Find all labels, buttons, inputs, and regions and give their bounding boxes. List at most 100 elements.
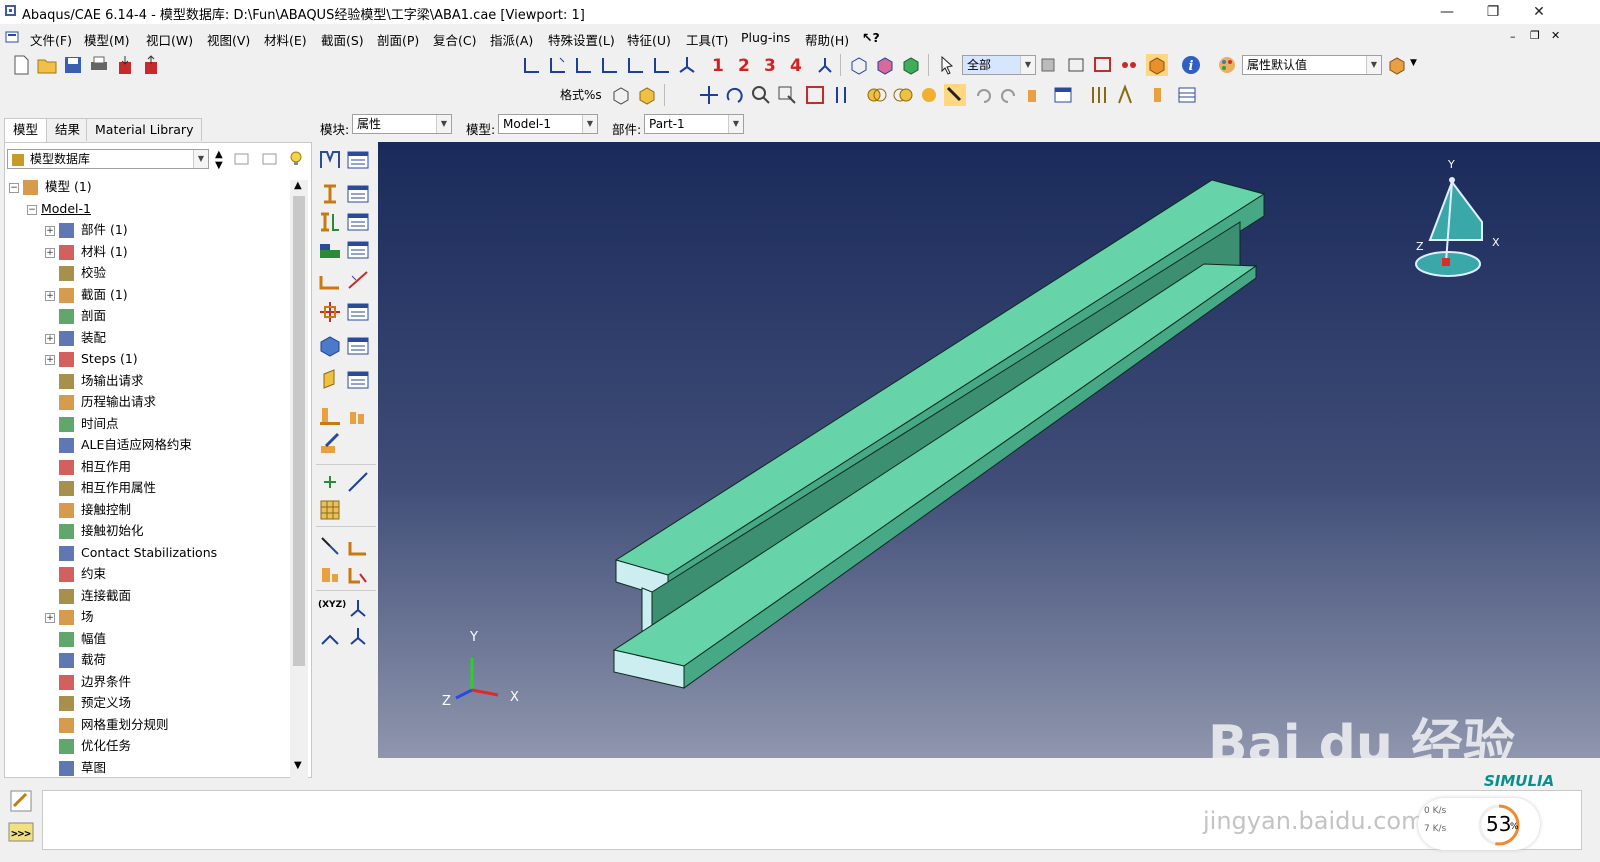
sort-icon[interactable]: ▲ ▼ [215,149,223,171]
layout-icon[interactable] [1114,84,1136,106]
expand-icon[interactable]: + [45,290,55,301]
material-manager-icon[interactable] [346,148,370,172]
add-point-icon[interactable] [318,470,342,494]
part-combo[interactable]: Part-1 ▼ [644,114,744,134]
minimize-button[interactable]: — [1424,0,1470,24]
undo-icon[interactable] [972,84,994,106]
viewport-annotation-icon[interactable] [1052,84,1074,106]
open-folder-icon[interactable] [36,54,58,76]
view-2-button[interactable]: 2 [738,56,750,76]
cycle-views-icon[interactable] [830,84,852,106]
show-all-icon[interactable] [918,84,940,106]
selection-box-icon[interactable] [1092,54,1114,76]
create-material-icon[interactable] [318,148,342,172]
model-combo[interactable]: Model-1 ▼ [498,114,598,134]
module-combo[interactable]: 属性 ▼ [352,114,452,134]
inertia-icon[interactable] [318,404,342,428]
print-icon[interactable] [88,54,110,76]
skin-manager-icon[interactable] [346,334,370,358]
menu-profile[interactable]: 剖面(P) [377,30,419,49]
beam-tangent-icon[interactable] [346,268,370,292]
display-group-icon[interactable] [1386,54,1408,76]
expand-icon[interactable]: + [45,613,55,623]
select-from-list-icon[interactable] [1038,54,1060,76]
selection-options-icon[interactable] [1118,54,1140,76]
partition-icon[interactable] [346,562,370,586]
datum-axis-icon[interactable] [346,470,370,494]
command-line-icon[interactable]: >>> [8,822,34,842]
menu-viewport[interactable]: 视口(W) [146,30,193,49]
lightbulb-icon[interactable] [287,149,305,167]
tab-results[interactable]: 结果 [46,118,90,141]
assignment-manager-icon[interactable] [346,210,370,234]
menu-composite[interactable]: 复合(C) [433,30,476,49]
select-transform-icon[interactable] [318,534,342,558]
database-combo[interactable]: 模型数据库 ▼ [7,149,209,169]
scroll-down-icon[interactable]: ▼ [294,760,302,771]
datum-plane-icon[interactable] [318,498,342,522]
section-manager-icon[interactable] [346,182,370,206]
cube-outline-icon[interactable] [610,84,632,106]
menu-special[interactable]: 特殊设置(L) [548,30,615,49]
part-display-icon[interactable] [1146,54,1168,76]
save-icon[interactable] [62,54,84,76]
menu-feature[interactable]: 特征(U) [627,30,671,49]
pan-icon[interactable] [698,84,720,106]
menu-view[interactable]: 视图(V) [207,30,250,49]
message-area[interactable]: jingyan.baidu.com [42,790,1582,850]
shaded-icon[interactable] [900,54,922,76]
stringer-icon[interactable] [318,368,342,392]
special-section-icon[interactable] [318,300,342,324]
sketch-icon[interactable] [1150,84,1172,106]
view-4-button[interactable]: 4 [790,56,802,76]
close-button[interactable]: ✕ [1516,0,1562,24]
color-code-combo[interactable]: 属性默认值 ▼ [1242,55,1382,75]
tree-scrollbar[interactable]: ▲ ▼ [290,180,308,778]
collapse-icon[interactable]: − [27,204,37,215]
view-1-button[interactable]: 1 [712,56,724,76]
collapse-tree-icon[interactable] [233,151,251,167]
network-speed-widget[interactable]: 0 K/s 7 K/s 53 % [1418,798,1540,850]
menu-help[interactable]: 帮助(H) [805,30,849,49]
stringer-manager-icon[interactable] [346,368,370,392]
query-tool-icon[interactable] [944,84,966,106]
view-3-button[interactable]: 3 [764,56,776,76]
chevron-down-icon[interactable]: ▼ [1410,58,1417,68]
view-z-y-icon[interactable] [624,54,646,76]
wireframe-icon[interactable] [848,54,870,76]
inertia-manager-icon[interactable] [346,404,370,428]
viewport-canvas[interactable]: Y X Z Y X Z Bai du 经验 [378,142,1600,775]
view-z-x-icon[interactable] [572,54,594,76]
menu-material[interactable]: 材料(E) [264,30,307,49]
remove-selected-icon[interactable] [866,84,888,106]
message-area-icon[interactable] [8,788,34,814]
assign-section-icon[interactable] [318,210,342,234]
export-icon[interactable] [140,54,162,76]
create-profile-icon[interactable] [318,238,342,262]
mdi-close-button[interactable]: ✕ [1551,29,1560,42]
view-y-x-icon[interactable] [520,54,542,76]
scroll-thumb[interactable] [293,196,305,666]
view-y-z-icon[interactable] [650,54,672,76]
menu-tools[interactable]: 工具(T) [686,30,728,49]
table-icon[interactable] [1176,84,1198,106]
edit-icon[interactable] [318,432,342,456]
app-menu-icon[interactable] [4,29,20,45]
view-manager-icon[interactable] [1088,84,1110,106]
coordinate-transform-icon[interactable] [318,624,342,648]
csys-triad-icon[interactable] [346,624,370,648]
restore-button[interactable]: ❐ [1470,0,1516,24]
select-cursor-icon[interactable] [936,54,958,76]
box-zoom-icon[interactable] [1066,54,1088,76]
box-zoom-tool-icon[interactable] [776,84,798,106]
auto-fit-icon[interactable] [804,84,826,106]
expand-icon[interactable]: + [45,226,55,236]
menu-section[interactable]: 截面(S) [321,30,364,49]
menu-file[interactable]: 文件(F) [30,30,72,49]
coordinate-query-icon[interactable]: (XYZ) [318,600,346,610]
zoom-icon[interactable] [750,84,772,106]
create-section-icon[interactable] [318,182,342,206]
cube-solid-icon[interactable] [636,84,658,106]
display-body-icon[interactable] [1024,84,1046,106]
assign-orientation-icon[interactable] [346,534,370,558]
